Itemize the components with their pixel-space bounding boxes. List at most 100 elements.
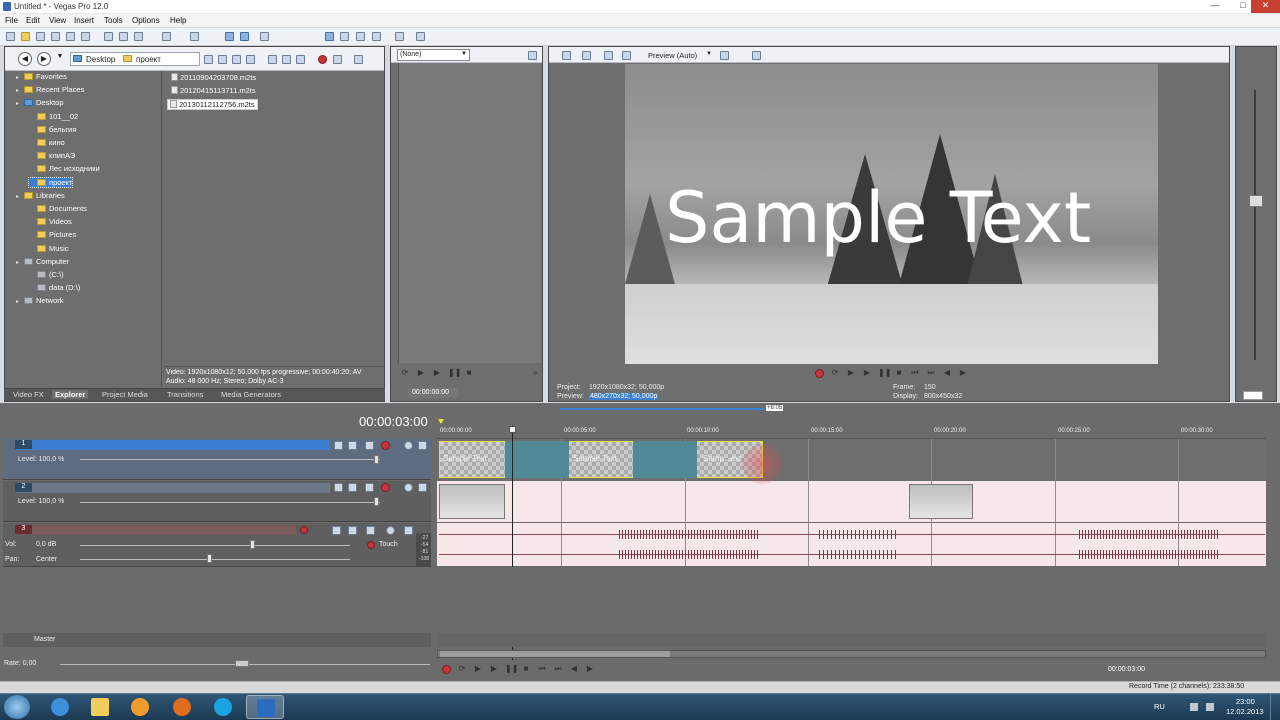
tree-node[interactable]: ▸ Favorites <box>16 72 67 81</box>
playhead-handle[interactable] <box>509 426 516 433</box>
tree-node[interactable]: 101__02 <box>29 112 78 121</box>
new-icon[interactable] <box>6 32 15 41</box>
master-output-box[interactable] <box>1243 391 1263 400</box>
go-to-end-icon[interactable]: ⏭ <box>553 664 563 674</box>
clock-time[interactable]: 23:00 <box>1236 697 1255 706</box>
tree-node[interactable]: Videos <box>29 217 72 226</box>
tree-node[interactable]: бельгия <box>29 125 76 134</box>
mute-icon[interactable] <box>404 483 413 492</box>
file-item[interactable]: 20110904203708.m2ts <box>169 73 258 82</box>
tree-node[interactable]: ▸ Desktop <box>16 98 64 107</box>
menu-insert[interactable]: Insert <box>74 16 94 25</box>
loop-icon[interactable]: ⟳ <box>830 368 840 378</box>
scroll-position-bar[interactable] <box>560 408 765 410</box>
expand-icon[interactable]: ▸ <box>16 193 24 200</box>
track-fx-icon[interactable] <box>365 441 374 450</box>
tree-node[interactable]: кино <box>29 138 65 147</box>
chevron-down-icon[interactable]: ▼ <box>706 51 712 57</box>
pan-knob[interactable] <box>207 554 212 563</box>
solo-icon[interactable] <box>418 441 427 450</box>
expand-icon[interactable]: ▸ <box>16 259 24 266</box>
tab-video-fx[interactable]: Video FX <box>10 390 47 399</box>
play-icon[interactable]: ▶ <box>862 368 872 378</box>
forward-button[interactable]: ▶ <box>37 52 51 66</box>
loop-icon[interactable]: ⟳ <box>400 368 410 378</box>
tree-node[interactable]: Pictures <box>29 230 76 239</box>
track-1-level-knob[interactable] <box>374 455 379 464</box>
tray-icon[interactable] <box>1190 703 1198 711</box>
stop-icon[interactable]: ■ <box>894 368 904 378</box>
save-icon[interactable] <box>36 32 45 41</box>
automation-icon[interactable] <box>367 541 375 549</box>
split-screen-icon[interactable] <box>622 51 631 60</box>
file-explorer-button[interactable] <box>81 695 119 719</box>
vol-slider[interactable] <box>80 545 350 546</box>
go-to-start-icon[interactable]: ⏮ <box>910 368 920 378</box>
automation-settings-icon[interactable] <box>366 526 375 535</box>
auto-crossfade-icon[interactable] <box>340 32 349 41</box>
play-from-start-icon[interactable]: ▶ <box>473 664 483 674</box>
track-motion-icon[interactable] <box>348 483 357 492</box>
selection-tool-icon[interactable] <box>260 32 269 41</box>
record-icon[interactable] <box>815 369 824 378</box>
bypass-motion-blur-icon[interactable] <box>334 441 343 450</box>
search-icon[interactable] <box>333 55 342 64</box>
tree-node[interactable]: проект <box>27 176 74 188</box>
track-3-name-bar[interactable] <box>16 525 296 535</box>
scrollbar-thumb[interactable] <box>440 651 670 657</box>
refresh-icon[interactable] <box>204 55 213 64</box>
expand-icon[interactable]: ▸ <box>16 100 24 107</box>
menu-help[interactable]: Help <box>170 16 186 25</box>
rate-knob[interactable] <box>235 660 249 667</box>
expand-icon[interactable]: ▸ <box>16 87 24 94</box>
delete-icon[interactable] <box>232 55 241 64</box>
menu-file[interactable]: File <box>5 16 18 25</box>
crossfade-transition[interactable] <box>633 441 697 478</box>
close-button[interactable]: ✕ <box>1251 0 1280 13</box>
auto-ripple-icon[interactable] <box>356 32 365 41</box>
history-dropdown-button[interactable]: ▼ <box>55 53 65 65</box>
tree-node[interactable]: ▸ Network <box>16 296 64 305</box>
master-fader-knob[interactable] <box>1249 195 1263 207</box>
solo-icon[interactable] <box>404 526 413 535</box>
tree-node[interactable]: ▸ Libraries <box>16 191 65 200</box>
next-frame-icon[interactable]: ▶ <box>958 368 968 378</box>
copy-icon[interactable] <box>119 32 128 41</box>
tab-transitions[interactable]: Transitions <box>164 390 206 399</box>
tree-node[interactable]: Music <box>29 244 69 253</box>
tab-project-media[interactable]: Project Media <box>99 390 151 399</box>
expand-icon[interactable]: ▸ <box>16 74 24 81</box>
automation-mode[interactable]: Touch <box>379 541 398 548</box>
tree-node[interactable]: data (D:\) <box>29 283 80 292</box>
track-fx-icon[interactable] <box>365 483 374 492</box>
help-icon[interactable] <box>416 32 425 41</box>
save-as-icon[interactable] <box>51 32 60 41</box>
pause-icon[interactable]: ❚❚ <box>448 368 461 378</box>
tab-explorer[interactable]: Explorer <box>52 390 89 399</box>
menu-edit[interactable]: Edit <box>26 16 40 25</box>
skype-button[interactable] <box>204 695 242 719</box>
back-button[interactable]: ◀ <box>18 52 32 66</box>
envelope-tool-icon[interactable] <box>240 32 249 41</box>
menu-options[interactable]: Options <box>132 16 160 25</box>
location-folder[interactable]: проект <box>136 55 161 64</box>
prev-frame-icon[interactable]: ◀ <box>569 664 579 674</box>
pan-slider[interactable] <box>80 559 350 560</box>
go-to-start-icon[interactable]: ⏮ <box>537 664 547 674</box>
up-folder-icon[interactable] <box>218 55 227 64</box>
stop-icon[interactable]: ■ <box>464 368 474 378</box>
paste-icon[interactable] <box>134 32 143 41</box>
mute-icon[interactable] <box>404 441 413 450</box>
tray-icon[interactable] <box>1206 703 1214 711</box>
track-motion-icon[interactable] <box>348 441 357 450</box>
timeline-ruler[interactable] <box>437 425 1266 439</box>
pause-icon[interactable]: ❚❚ <box>878 368 891 378</box>
prev-frame-icon[interactable]: ◀ <box>942 368 952 378</box>
tree-node[interactable]: ▸ Computer <box>16 257 69 266</box>
properties-icon[interactable] <box>81 32 90 41</box>
lock-envelopes-icon[interactable] <box>372 32 381 41</box>
play-icon[interactable]: ▶ <box>416 368 426 378</box>
clock-date[interactable]: 12.02.2013 <box>1226 707 1264 716</box>
open-icon[interactable] <box>21 32 30 41</box>
render-icon[interactable] <box>66 32 75 41</box>
